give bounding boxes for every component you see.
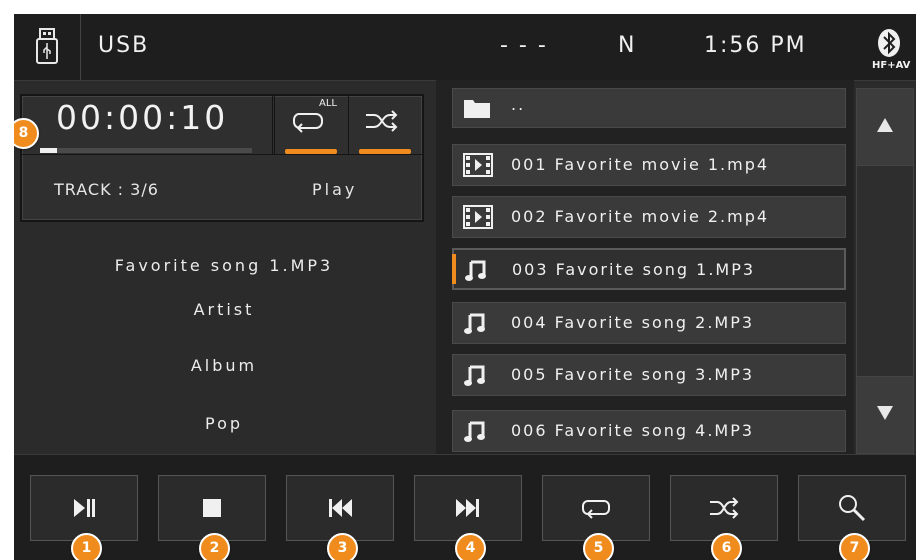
arrow-up-icon [877, 118, 893, 132]
tuner-info: - - - [500, 33, 548, 58]
file-list-item[interactable]: 005 Favorite song 3.MP3 [452, 354, 846, 396]
file-name: .. [511, 95, 526, 114]
usb-drive-icon [36, 28, 58, 64]
file-list-item[interactable]: 004 Favorite song 2.MP3 [452, 302, 846, 344]
file-type-icon [463, 153, 493, 181]
video-file-icon [463, 153, 493, 177]
file-name: 006 Favorite song 4.MP3 [511, 421, 755, 440]
folder-icon [464, 100, 490, 118]
repeat-icon [293, 113, 323, 133]
play-pause-button[interactable] [30, 475, 138, 541]
shuffle-icon [366, 110, 398, 132]
track-number: TRACK : 3/6 [54, 180, 159, 199]
file-list-item[interactable]: 006 Favorite song 4.MP3 [452, 410, 846, 452]
now-playing-panel: 00:00:10 ALL TRACK : 3/6 Play [20, 94, 424, 222]
callout-badge-6: 6 [711, 533, 742, 560]
file-name: 001 Favorite movie 1.mp4 [511, 155, 770, 174]
repeat-mode-indicator[interactable]: ALL [274, 96, 349, 154]
file-type-icon [463, 363, 487, 391]
callout-badge-1: 1 [71, 533, 102, 560]
progress-bar[interactable] [40, 148, 252, 153]
previous-track-icon [329, 499, 352, 517]
status-bar: USB - - - N 1:56 PM HF+AV [14, 14, 916, 81]
arrow-down-icon [877, 406, 893, 420]
clock: 1:56 PM [704, 33, 807, 58]
song-title: Favorite song 1.MP3 [114, 256, 334, 275]
shuffle-mode-indicator[interactable] [348, 96, 423, 154]
callout-badge-3: 3 [327, 533, 358, 560]
bluetooth-label: HF+AV [872, 60, 911, 71]
divider [22, 154, 422, 155]
repeat-icon [582, 500, 610, 519]
band-indicator: N [618, 33, 637, 58]
artist-name: Artist [193, 300, 255, 319]
file-type-icon [463, 419, 487, 447]
repeat-button[interactable] [542, 475, 650, 541]
file-list-scrollbar[interactable] [856, 88, 914, 454]
file-name: 003 Favorite song 1.MP3 [512, 260, 756, 279]
elapsed-time: 00:00:10 [56, 98, 229, 137]
play-state: Play [312, 180, 358, 199]
music-note-icon [465, 260, 486, 281]
file-list-item[interactable]: 001 Favorite movie 1.mp4 [452, 144, 846, 186]
previous-track-button[interactable] [286, 475, 394, 541]
media-player-screen: USB - - - N 1:56 PM HF+AV 00:00:10 ALL T… [14, 14, 916, 560]
source-label: USB [98, 33, 150, 58]
file-name: 002 Favorite movie 2.mp4 [511, 207, 770, 226]
shuffle-icon [710, 497, 739, 519]
genre-name: Pop [204, 414, 244, 433]
scroll-track[interactable] [857, 165, 913, 377]
music-note-icon [464, 365, 485, 386]
file-type-icon [463, 311, 487, 339]
callout-badge-5: 5 [583, 533, 614, 560]
selection-indicator [452, 254, 456, 284]
file-type-icon [464, 258, 488, 286]
repeat-all-badge: ALL [319, 98, 337, 109]
scroll-down-button[interactable] [857, 377, 913, 453]
file-type-icon [463, 97, 491, 123]
next-track-icon [456, 499, 479, 517]
parent-folder-item[interactable]: .. [452, 88, 846, 128]
file-name: 004 Favorite song 2.MP3 [511, 313, 755, 332]
usb-source-button[interactable] [14, 14, 81, 80]
file-name: 005 Favorite song 3.MP3 [511, 365, 755, 384]
search-button[interactable] [798, 475, 906, 541]
callout-badge-2: 2 [199, 533, 230, 560]
progress-fill [40, 148, 57, 153]
file-list-item[interactable]: 002 Favorite movie 2.mp4 [452, 196, 846, 238]
music-note-icon [464, 421, 485, 442]
play-pause-icon [74, 499, 95, 517]
file-type-icon [463, 205, 493, 233]
next-track-button[interactable] [414, 475, 522, 541]
scroll-up-button[interactable] [857, 89, 913, 165]
search-icon [839, 495, 866, 522]
elapsed-time-box: 00:00:10 [22, 96, 273, 154]
album-name: Album [190, 356, 258, 375]
bluetooth-icon [878, 29, 900, 57]
callout-badge-7: 7 [839, 533, 870, 560]
callout-badge-4: 4 [455, 533, 486, 560]
file-list-item[interactable]: 003 Favorite song 1.MP3 [452, 248, 846, 290]
stop-button[interactable] [158, 475, 266, 541]
shuffle-button[interactable] [670, 475, 778, 541]
video-file-icon [463, 205, 493, 229]
music-note-icon [464, 313, 485, 334]
stop-icon [203, 499, 221, 517]
